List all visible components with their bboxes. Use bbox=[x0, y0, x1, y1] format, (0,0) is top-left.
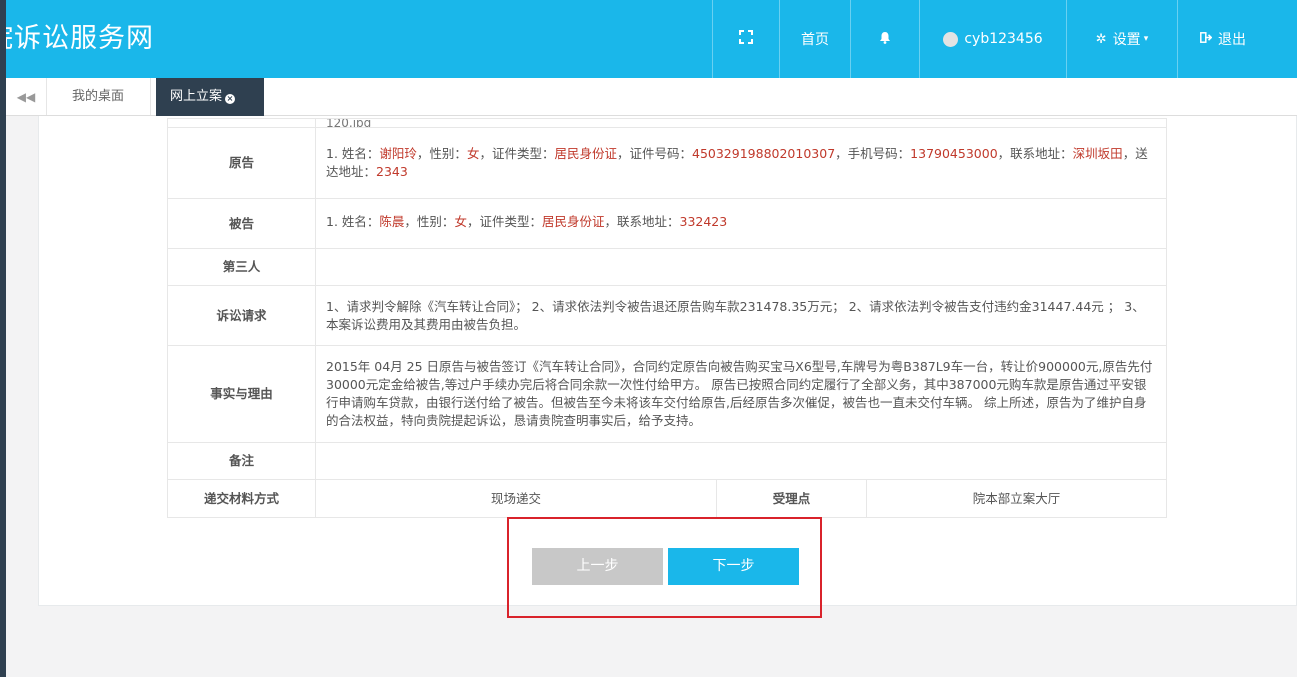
avatar bbox=[943, 31, 959, 47]
plaintiff-value: 1. 姓名：谢阳玲，性别：女，证件类型：居民身份证，证件号码：450329198… bbox=[314, 127, 1168, 199]
top-header: 院诉讼服务网 首页 cyb123456 ✲ 设置 ▾ 退出 bbox=[0, 0, 1297, 78]
delivery-method-label: 递交材料方式 bbox=[167, 479, 316, 518]
remarks-value bbox=[314, 442, 1168, 480]
acceptance-point-label: 受理点 bbox=[716, 479, 867, 518]
table-row: 原告 1. 姓名：谢阳玲，性别：女，证件类型：居民身份证，证件号码：450329… bbox=[167, 127, 1168, 199]
cut-off-value: 120.jpg bbox=[314, 118, 1168, 128]
username: cyb123456 bbox=[964, 31, 1043, 47]
caret-down-icon: ▾ bbox=[1143, 34, 1149, 44]
nav-home[interactable]: 首页 bbox=[779, 0, 850, 78]
settings-menu[interactable]: ✲ 设置 ▾ bbox=[1066, 0, 1177, 78]
case-info-table: 120.jpg 原告 1. 姓名：谢阳玲，性别：女，证件类型：居民身份证，证件号… bbox=[167, 118, 1168, 518]
claims-value: 1、请求判令解除《汽车转让合同》； 2、请求依法判令被告退还原告购车款23147… bbox=[314, 285, 1168, 346]
fullscreen-icon bbox=[739, 30, 753, 48]
delivery-method-value: 现场递交 bbox=[315, 479, 717, 518]
notifications-button[interactable] bbox=[850, 0, 919, 78]
plaintiff-label: 原告 bbox=[167, 127, 316, 199]
remarks-label: 备注 bbox=[167, 442, 316, 480]
third-party-value bbox=[314, 248, 1168, 286]
table-row: 递交材料方式 现场递交 受理点 院本部立案大厅 bbox=[167, 479, 1168, 518]
double-left-arrow-icon: ◀◀ bbox=[16, 89, 36, 104]
cut-off-label bbox=[167, 118, 316, 128]
user-menu[interactable]: cyb123456 bbox=[919, 0, 1066, 78]
top-nav: 首页 cyb123456 ✲ 设置 ▾ 退出 bbox=[712, 0, 1297, 78]
bell-icon bbox=[879, 31, 891, 48]
logout-label: 退出 bbox=[1218, 32, 1246, 48]
facts-label: 事实与理由 bbox=[167, 345, 316, 443]
acceptance-point-value: 院本部立案大厅 bbox=[865, 479, 1168, 518]
tab-scroll-left-button[interactable]: ◀◀ bbox=[6, 78, 47, 115]
tab-online-filing-label: 网上立案 bbox=[170, 89, 223, 104]
close-icon[interactable]: × bbox=[225, 94, 236, 104]
tab-my-desktop[interactable]: 我的桌面 bbox=[46, 78, 151, 115]
tab-online-filing[interactable]: 网上立案 × bbox=[156, 78, 264, 116]
third-party-label: 第三人 bbox=[167, 248, 316, 286]
settings-label: 设置 bbox=[1112, 32, 1141, 48]
sign-out-icon bbox=[1200, 31, 1213, 47]
logout-button[interactable]: 退出 bbox=[1177, 0, 1297, 78]
defendant-value: 1. 姓名：陈晨，性别：女，证件类型：居民身份证，联系地址：332423 bbox=[314, 198, 1168, 249]
table-row: 被告 1. 姓名：陈晨，性别：女，证件类型：居民身份证，联系地址：332423 bbox=[167, 198, 1168, 249]
table-row: 120.jpg bbox=[167, 118, 1168, 128]
site-brand: 院诉讼服务网 bbox=[0, 23, 154, 54]
table-row: 备注 bbox=[167, 442, 1168, 480]
left-sidebar-edge bbox=[0, 0, 6, 677]
facts-value: 2015年 04月 25 日原告与被告签订《汽车转让合同》，合同约定原告向被告购… bbox=[314, 345, 1168, 443]
gear-icon: ✲ bbox=[1095, 31, 1107, 47]
tab-bar: ◀◀ 我的桌面 网上立案 × bbox=[6, 78, 1278, 116]
previous-step-button[interactable]: 上一步 bbox=[532, 548, 663, 585]
table-row: 事实与理由 2015年 04月 25 日原告与被告签订《汽车转让合同》，合同约定… bbox=[167, 345, 1168, 443]
defendant-label: 被告 bbox=[167, 198, 316, 249]
fullscreen-button[interactable] bbox=[712, 0, 779, 78]
claims-label: 诉讼请求 bbox=[167, 285, 316, 346]
table-row: 第三人 bbox=[167, 248, 1168, 286]
tab-bar-right-edge bbox=[1278, 78, 1297, 116]
table-row: 诉讼请求 1、请求判令解除《汽车转让合同》； 2、请求依法判令被告退还原告购车款… bbox=[167, 285, 1168, 346]
next-step-button[interactable]: 下一步 bbox=[668, 548, 799, 585]
